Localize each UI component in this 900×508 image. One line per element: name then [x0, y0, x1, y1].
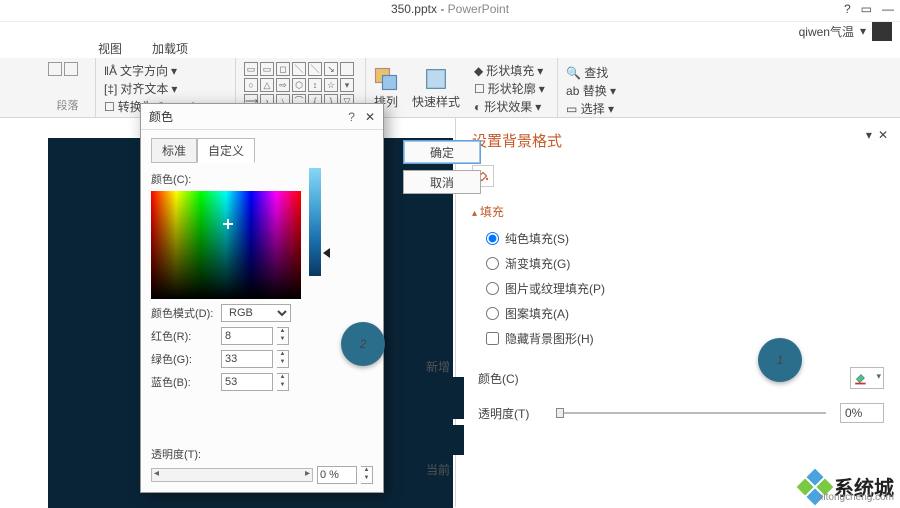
radio-pattern-fill[interactable]: 图案填充(A)	[486, 305, 884, 322]
color-label: 颜色(C)	[478, 370, 558, 387]
radio-picture-fill[interactable]: 图片或纹理填充(P)	[486, 280, 884, 297]
color-picker-button[interactable]	[850, 367, 884, 389]
crosshair-icon	[223, 219, 233, 229]
fill-section-header[interactable]: 填充	[472, 203, 884, 220]
align-text-button[interactable]: [‡] 对齐文本 ▾	[104, 80, 227, 97]
transparency-value[interactable]: 0%	[840, 403, 884, 423]
red-input[interactable]	[221, 327, 273, 345]
shape-fill-button[interactable]: ◆ 形状填充 ▾	[474, 62, 549, 79]
blue-spinner[interactable]: ▲▼	[277, 373, 289, 391]
ok-button[interactable]: 确定	[403, 140, 481, 164]
dialog-transparency-input[interactable]	[317, 466, 357, 484]
color-gradient-picker[interactable]	[151, 191, 301, 299]
transparency-label: 透明度(T)	[478, 405, 548, 422]
green-label: 绿色(G):	[151, 351, 217, 367]
dialog-transparency-spinner[interactable]: ▲▼	[361, 466, 373, 484]
checkbox-hide-bg[interactable]: 隐藏背景图形(H)	[486, 330, 884, 347]
pane-close-icon[interactable]: ✕	[878, 128, 888, 142]
new-color-label: 新增	[395, 358, 481, 375]
dialog-transparency-label: 透明度(T):	[151, 446, 201, 462]
watermark-url: xitongcheng.com	[818, 492, 894, 503]
cancel-button[interactable]: 取消	[403, 170, 481, 194]
hue-slider-thumb-icon[interactable]	[323, 248, 330, 258]
user-bar: qiwen气温 ▾	[0, 22, 900, 40]
transparency-slider[interactable]	[556, 412, 826, 414]
window-controls-icon[interactable]: ▭	[861, 2, 872, 16]
green-spinner[interactable]: ▲▼	[277, 350, 289, 368]
shapes-gallery[interactable]: ▭▭◻＼＼↘ ○△⇨⬡↕☆▾ ⟶›﹨⌒{}▽	[244, 62, 357, 108]
red-spinner[interactable]: ▲▼	[277, 327, 289, 345]
ribbon: 段落 ‖Å 文字方向 ▾ [‡] 对齐文本 ▾ ☐ 转换为 SmartArt ▾…	[0, 58, 900, 118]
find-button[interactable]: 🔍 查找	[566, 64, 620, 81]
red-label: 红色(R):	[151, 328, 217, 344]
select-button[interactable]: ▭ 选择 ▾	[566, 100, 620, 117]
help-icon[interactable]: ?	[844, 2, 851, 16]
minimize-icon[interactable]: —	[882, 2, 894, 16]
shape-effects-button[interactable]: ◐ 形状效果 ▾	[474, 98, 549, 115]
tab-custom[interactable]: 自定义	[197, 138, 255, 163]
annotation-badge-1: 1	[758, 338, 802, 382]
watermark: 系统城 xitongcheng.com	[802, 472, 894, 501]
dialog-transparency-slider[interactable]	[151, 468, 313, 482]
user-name[interactable]: qiwen气温	[799, 23, 854, 40]
tab-standard[interactable]: 标准	[151, 138, 197, 163]
quick-styles-button[interactable]: 快速样式	[406, 58, 466, 117]
color-field-label: 颜色(C):	[151, 171, 373, 187]
dialog-title: 颜色	[149, 108, 348, 125]
group-paragraph: 段落	[48, 97, 87, 113]
text-direction-button[interactable]: ‖Å 文字方向 ▾	[104, 62, 227, 79]
pane-dropdown-icon[interactable]: ▾	[866, 128, 872, 142]
green-input[interactable]	[221, 350, 273, 368]
title-bar: 350.pptx - PowerPoint ? ▭ —	[0, 0, 900, 22]
blue-label: 蓝色(B):	[151, 374, 217, 390]
hue-slider[interactable]	[309, 168, 321, 276]
format-background-pane: ▾✕ 设置背景格式 填充 纯色填充(S) 渐变填充(G) 图片或纹理填充(P) …	[455, 118, 900, 507]
new-color-swatch	[412, 377, 464, 419]
avatar[interactable]	[872, 21, 892, 41]
file-name: 350.pptx	[391, 2, 437, 16]
color-mode-select[interactable]: RGB	[221, 304, 291, 322]
pane-title: 设置背景格式	[472, 130, 884, 151]
dialog-close-icon[interactable]: ✕	[365, 110, 375, 124]
shape-outline-button[interactable]: ☐ 形状轮廓 ▾	[474, 80, 549, 97]
color-mode-label: 颜色模式(D):	[151, 305, 217, 321]
app-name: PowerPoint	[448, 2, 509, 16]
blue-input[interactable]	[221, 373, 273, 391]
tab-view[interactable]: 视图	[98, 40, 122, 58]
tab-addins[interactable]: 加载项	[152, 40, 188, 58]
annotation-badge-2: 2	[341, 322, 385, 366]
current-color-label: 当前	[395, 461, 481, 478]
current-color-swatch	[412, 425, 464, 455]
radio-gradient-fill[interactable]: 渐变填充(G)	[486, 255, 884, 272]
radio-solid-fill[interactable]: 纯色填充(S)	[486, 230, 884, 247]
color-dialog: 颜色 ? ✕ 确定 取消 标准 自定义 颜色(C): 颜色模式(D): RGB …	[140, 103, 384, 493]
replace-button[interactable]: ab 替换 ▾	[566, 82, 620, 99]
dialog-help-icon[interactable]: ?	[348, 110, 355, 124]
ribbon-tabs: 视图 加载项	[0, 40, 900, 58]
